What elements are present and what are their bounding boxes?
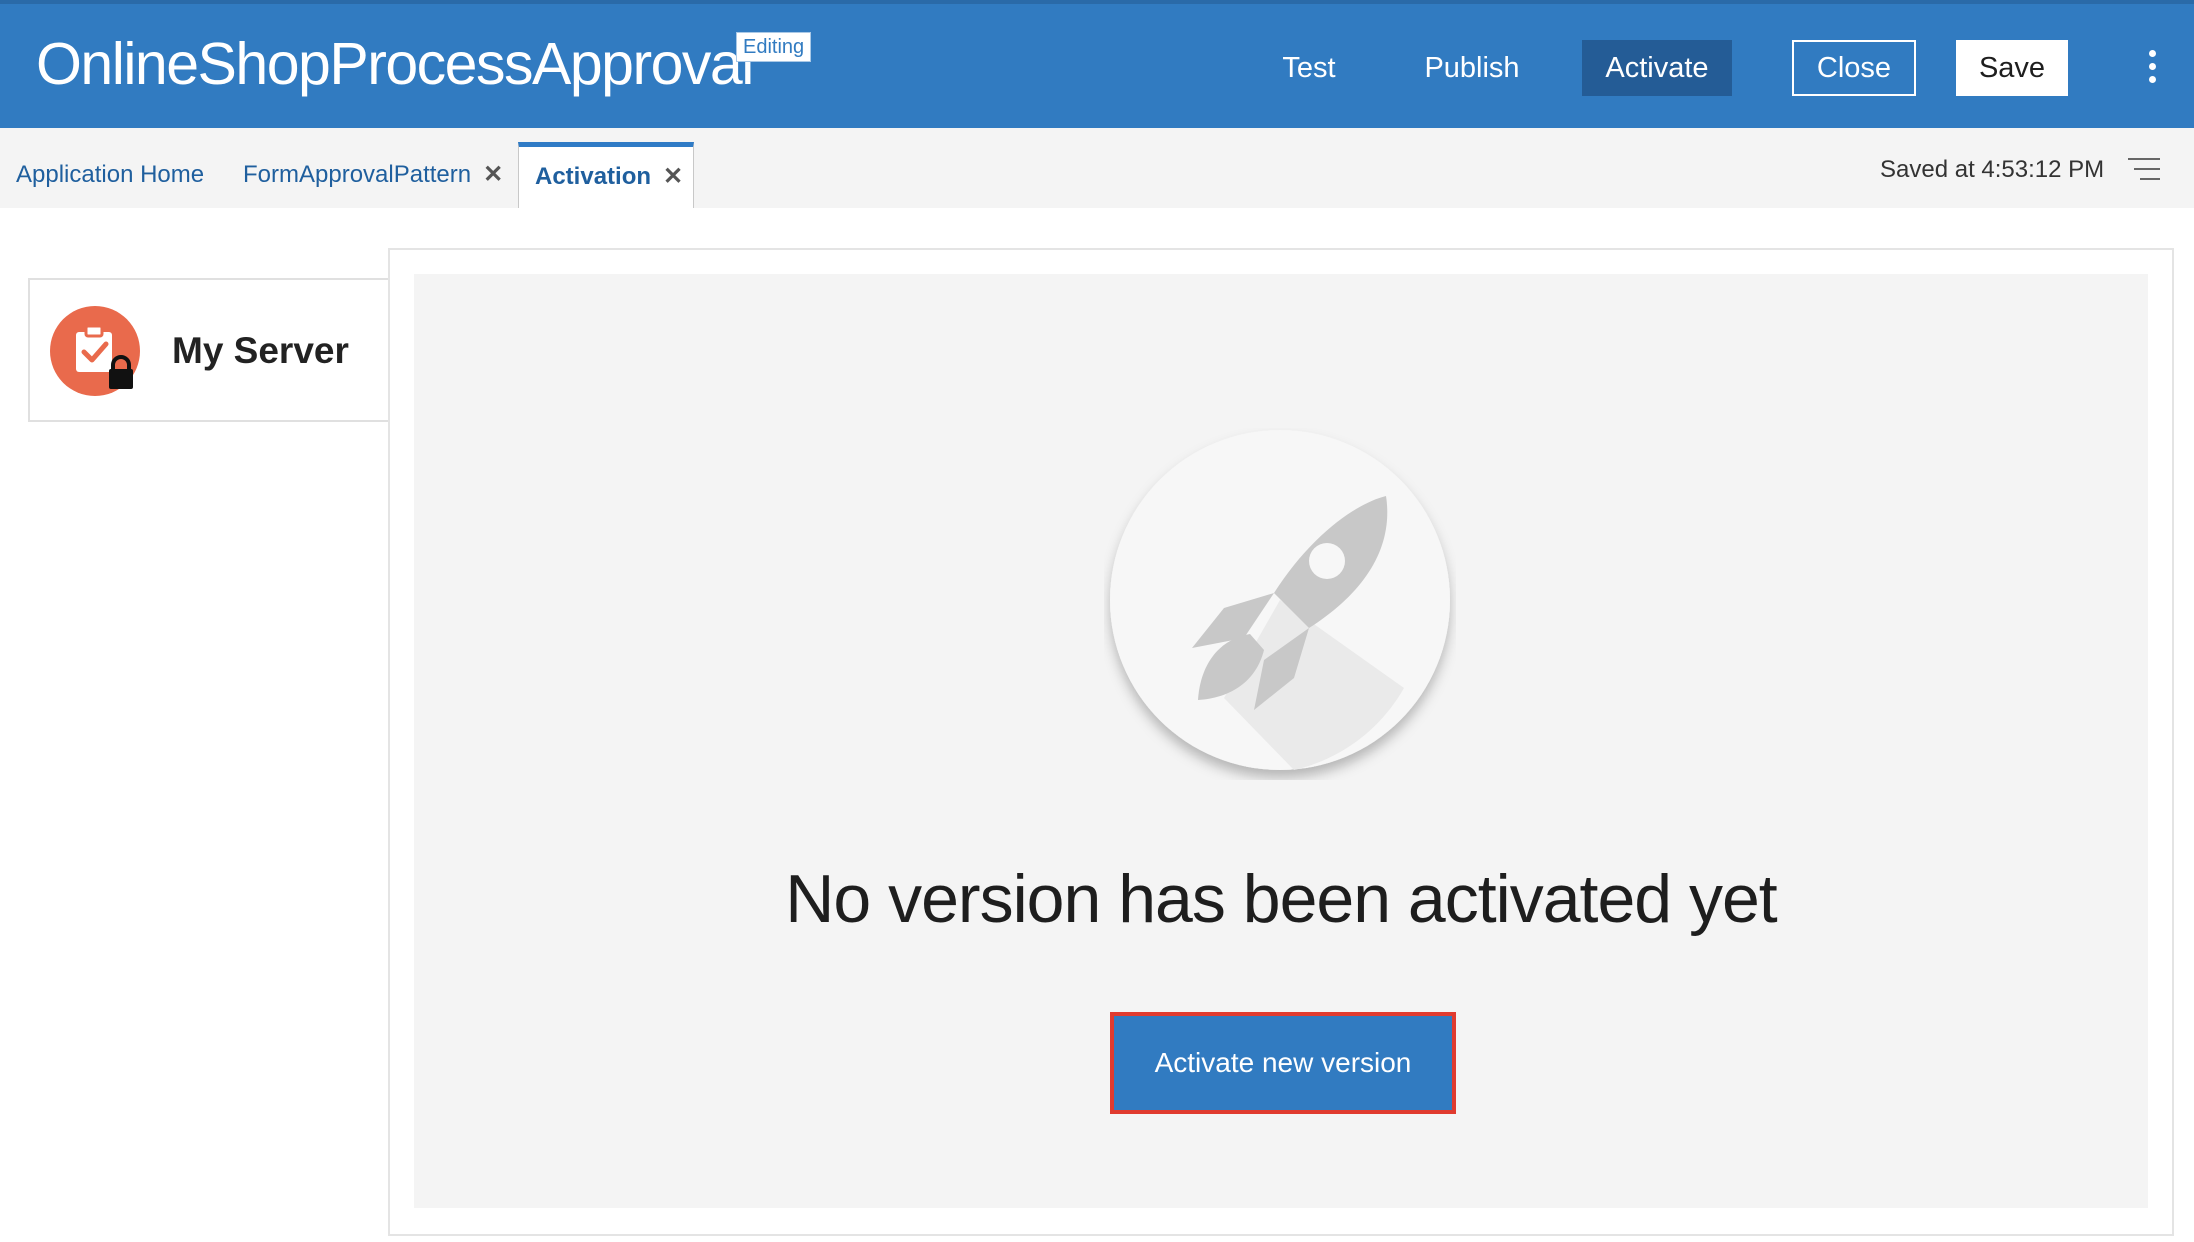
tab-label: Activation <box>535 163 652 190</box>
empty-message: No version has been activated yet <box>785 861 1777 937</box>
activate-new-version-button[interactable]: Activate new version <box>1110 1012 1456 1114</box>
publish-button[interactable]: Publish <box>1412 40 1532 96</box>
rocket-icon <box>1104 428 1456 780</box>
tab-form-approval-pattern[interactable]: FormApprovalPattern ✕ <box>243 142 503 208</box>
app-title: OnlineShopProcessApproval <box>36 31 754 97</box>
app-header: OnlineShopProcessApproval Editing Test P… <box>0 0 2194 128</box>
close-icon[interactable]: ✕ <box>663 163 683 190</box>
clipboard-check-lock-icon <box>50 306 140 396</box>
test-button[interactable]: Test <box>1264 40 1354 96</box>
tab-label: FormApprovalPattern <box>243 161 472 188</box>
tab-label: Application Home <box>16 161 205 188</box>
save-button[interactable]: Save <box>1956 40 2068 96</box>
editing-badge: Editing <box>736 32 812 62</box>
server-card[interactable]: My Server <box>28 278 390 422</box>
tab-application-home[interactable]: Application Home <box>16 142 204 208</box>
tab-bar: Application Home FormApprovalPattern ✕ Ac… <box>0 128 2194 208</box>
list-menu-icon[interactable] <box>2128 158 2160 186</box>
close-button[interactable]: Close <box>1792 40 1916 96</box>
close-icon[interactable]: ✕ <box>483 161 503 188</box>
kebab-menu-icon[interactable] <box>2142 50 2162 90</box>
empty-state: No version has been activated yet Activa… <box>414 274 2148 1208</box>
activation-panel: No version has been activated yet Activa… <box>388 248 2174 1236</box>
activate-button[interactable]: Activate <box>1582 40 1732 96</box>
server-name: My Server <box>172 330 349 371</box>
tab-activation[interactable]: Activation ✕ <box>518 142 694 208</box>
saved-status: Saved at 4:53:12 PM <box>1880 156 2105 183</box>
